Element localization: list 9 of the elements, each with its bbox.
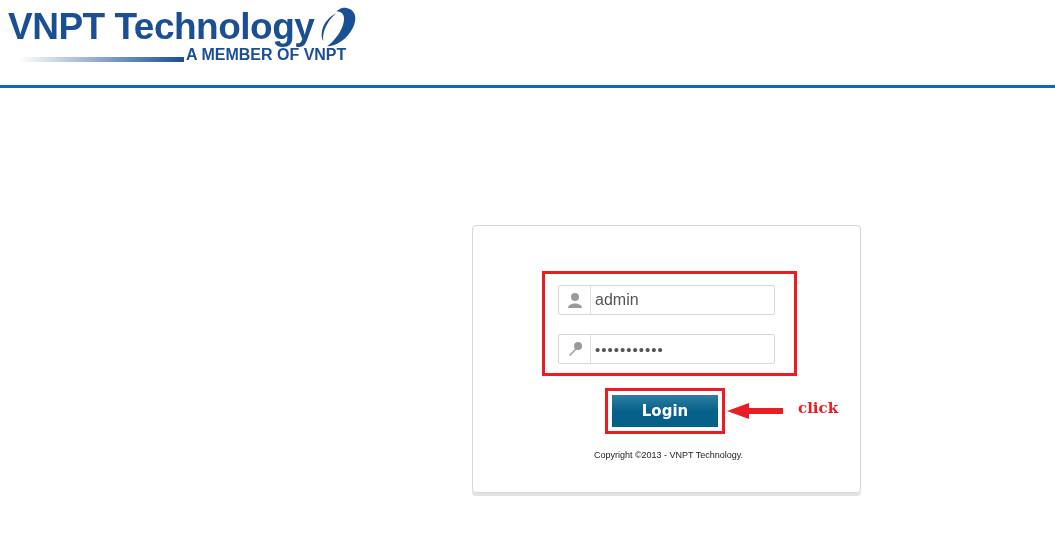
input-field[interactable]: ••••••••••• bbox=[558, 334, 775, 364]
login-button[interactable]: Login bbox=[612, 395, 718, 427]
brand-name: VNPT Technology bbox=[8, 5, 315, 49]
user-icon bbox=[566, 292, 583, 308]
arrow-icon bbox=[727, 403, 783, 419]
tagline: A MEMBER OF VNPT bbox=[186, 46, 347, 64]
annotation-label: click bbox=[798, 399, 839, 417]
input-field[interactable]: admin bbox=[558, 285, 775, 315]
copyright-text: Copyright ©2013 - VNPT Technology. bbox=[592, 450, 745, 460]
